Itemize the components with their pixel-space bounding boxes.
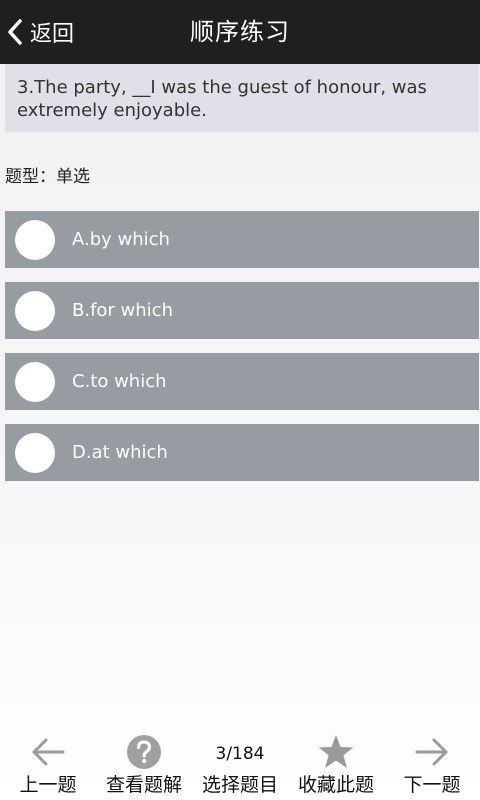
prev-question-button[interactable]: 上一题 (0, 722, 96, 800)
view-explanation-button[interactable]: 查看题解 (96, 722, 192, 800)
option-b[interactable]: B.for which (5, 282, 479, 339)
next-question-button[interactable]: 下一题 (384, 722, 480, 800)
question-counter: 3/184 (215, 744, 265, 764)
select-question-button[interactable]: 3/184 选择题目 (192, 722, 288, 800)
option-d[interactable]: D.at which (5, 424, 479, 481)
arrow-left-icon (32, 738, 65, 766)
option-label: B.for which (72, 300, 173, 321)
title-bar: 返回 顺序练习 (0, 0, 480, 64)
radio-circle-icon[interactable] (15, 220, 55, 260)
page-title: 顺序练习 (190, 18, 290, 46)
question-mark-icon (127, 735, 161, 769)
bottom-nav-bar: 上一题 查看题解 3/184 选择题目 收藏此题 下一题 (0, 722, 480, 800)
option-c[interactable]: C.to which (5, 353, 479, 410)
star-icon (318, 735, 354, 768)
radio-circle-icon[interactable] (15, 362, 55, 402)
favorite-label: 收藏此题 (297, 774, 374, 796)
arrow-right-icon (415, 738, 448, 766)
prev-question-label: 上一题 (19, 774, 77, 796)
favorite-button[interactable]: 收藏此题 (288, 722, 384, 800)
option-label: D.at which (72, 442, 168, 463)
view-explanation-label: 查看题解 (105, 774, 182, 796)
radio-circle-icon[interactable] (15, 291, 55, 331)
select-question-label: 选择题目 (201, 774, 278, 796)
radio-circle-icon[interactable] (15, 433, 55, 473)
option-label: C.to which (72, 371, 167, 392)
option-label: A.by which (72, 229, 170, 250)
option-a[interactable]: A.by which (5, 211, 479, 268)
question-type-label: 题型：单选 (5, 167, 90, 187)
question-text: 3.The party, __I was the guest of honour… (5, 64, 479, 132)
next-question-label: 下一题 (403, 774, 461, 796)
